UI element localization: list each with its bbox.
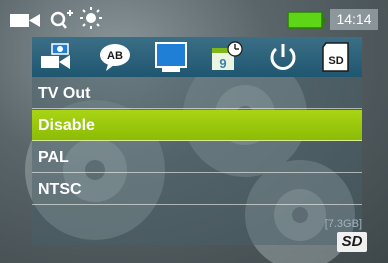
status-bar: 14:14 xyxy=(0,0,388,32)
power-icon xyxy=(270,44,296,70)
video-settings-icon xyxy=(41,43,70,69)
tab-power[interactable] xyxy=(264,40,302,74)
svg-text:SD: SD xyxy=(328,55,343,67)
zoom-icon xyxy=(50,9,74,31)
battery-icon xyxy=(287,10,327,30)
language-icon: AB xyxy=(100,44,130,71)
menu-empty-row xyxy=(32,206,362,237)
video-camera-icon xyxy=(10,12,40,29)
svg-text:AB: AB xyxy=(107,50,123,62)
tab-date-time[interactable]: 9 xyxy=(208,40,246,74)
display-icon xyxy=(155,42,187,72)
tab-display[interactable] xyxy=(152,40,190,74)
white-balance-icon xyxy=(78,6,104,32)
menu-title: TV Out xyxy=(32,78,362,109)
sd-card-badge: SD xyxy=(337,232,367,252)
tab-video-settings[interactable] xyxy=(38,40,76,74)
tab-bar: AB 9 SD xyxy=(32,37,362,77)
svg-text:9: 9 xyxy=(219,56,226,71)
menu-option-disable[interactable]: Disable xyxy=(32,110,362,141)
sd-card-icon: SD xyxy=(322,42,349,72)
tab-language[interactable]: AB xyxy=(96,40,134,74)
date-time-icon: 9 xyxy=(212,41,243,71)
clock: 14:14 xyxy=(330,9,378,30)
menu-option-ntsc[interactable]: NTSC xyxy=(32,174,362,205)
menu-option-pal[interactable]: PAL xyxy=(32,142,362,173)
tab-sd-card[interactable]: SD xyxy=(318,40,356,74)
